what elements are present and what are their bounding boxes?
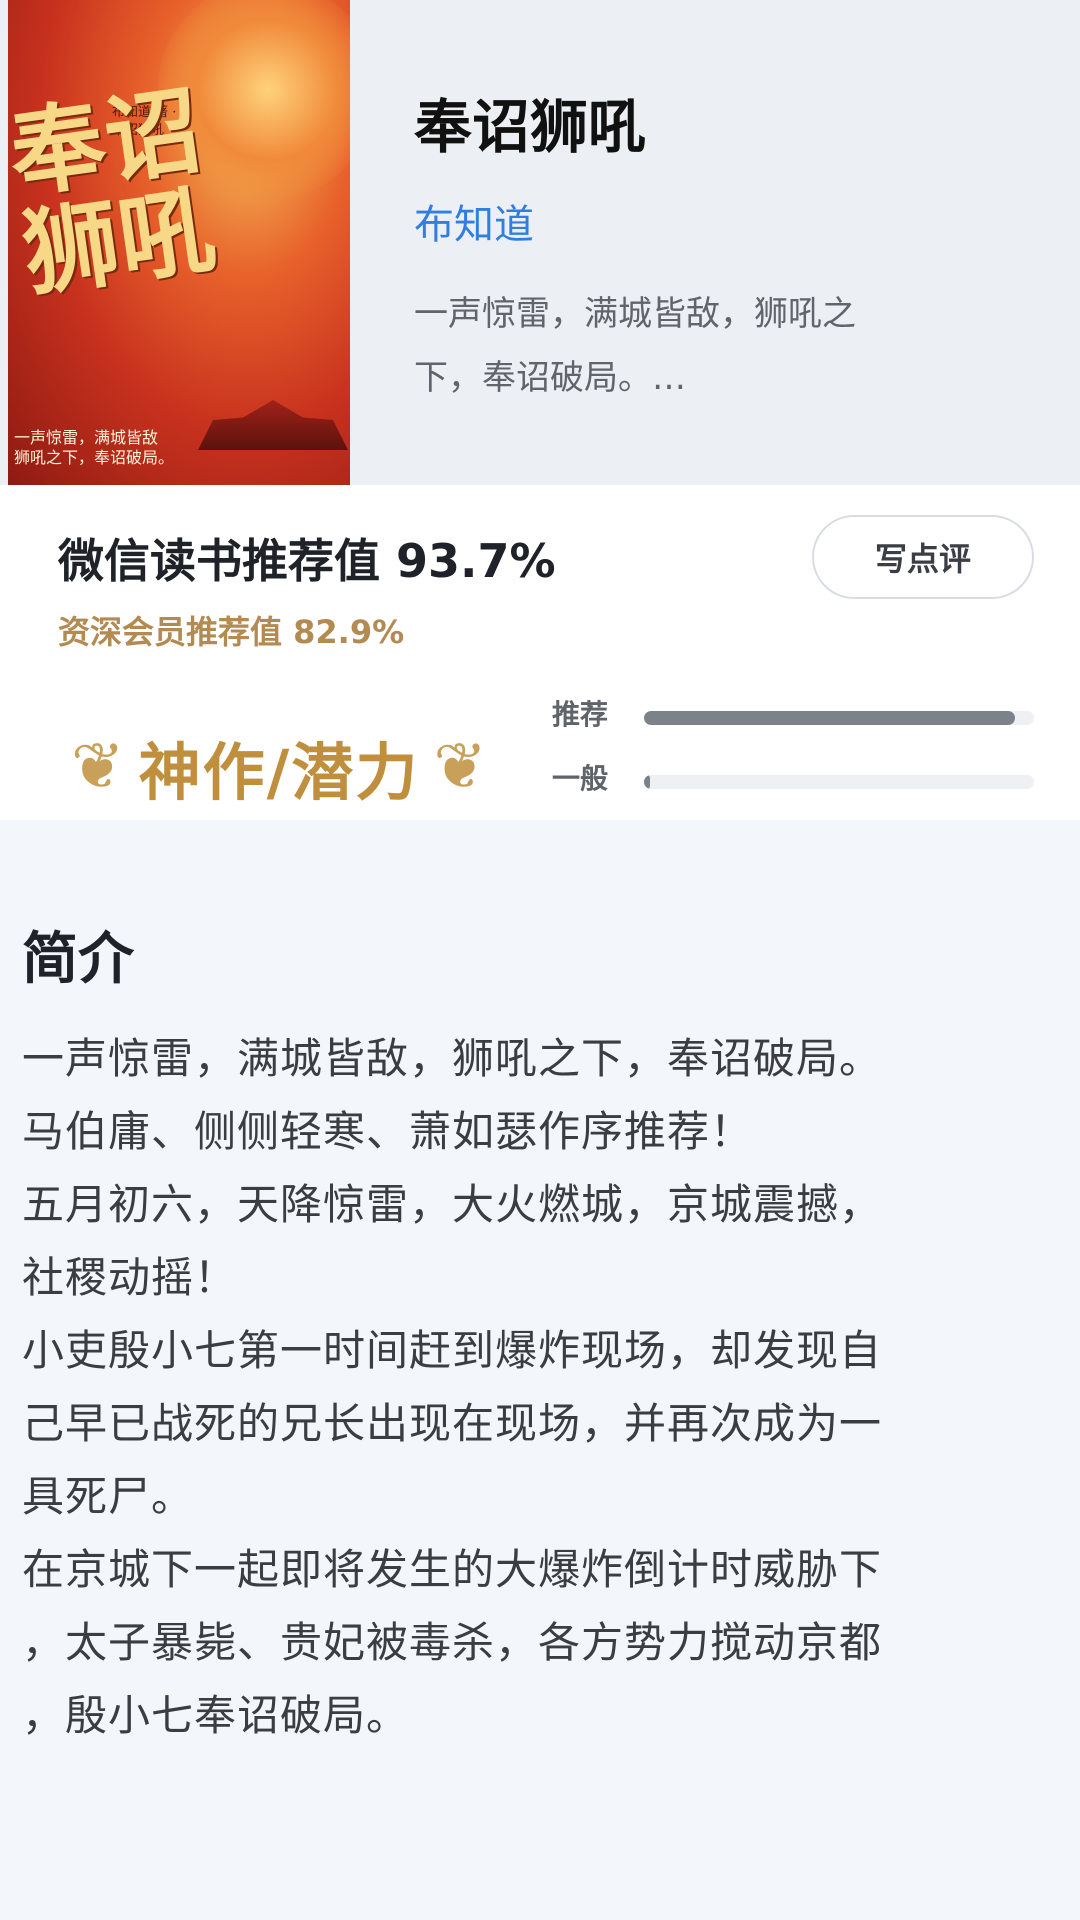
bar-fill	[644, 711, 1015, 725]
book-header: 布知道 著 · 奉诏狮吼 · 奉诏狮吼 一声惊雷，满城皆敌 狮吼之下，奉诏破局。…	[0, 0, 1080, 485]
intro-line: 马伯庸、侧侧轻寒、萧如瑟作序推荐！	[22, 1107, 754, 1156]
book-cover-image[interactable]: 布知道 著 · 奉诏狮吼 · 奉诏狮吼 一声惊雷，满城皆敌 狮吼之下，奉诏破局。	[8, 0, 350, 485]
rating-badge: ❦ 神作/潜力 ❦	[54, 717, 504, 817]
badge-label: 神作/潜力	[138, 736, 420, 809]
bar-label: 推荐	[552, 698, 609, 731]
cover-title: 奉诏狮吼	[8, 73, 223, 311]
bar-label: 一般	[552, 762, 609, 795]
intro-line: 社稷动摇！	[22, 1253, 238, 1302]
laurel-right-icon: ❦	[433, 730, 487, 804]
write-review-button[interactable]: 写点评	[812, 515, 1034, 599]
cover-tagline: 一声惊雷，满城皆敌 狮吼之下，奉诏破局。	[14, 428, 214, 468]
bar-fill	[644, 775, 650, 789]
rating-card: 微信读书推荐值 93.7% 资深会员推荐值 82.9% 写点评 ❦ 神作/潜力 …	[0, 485, 1080, 820]
intro-line: 小吏殷小七第一时间赶到爆炸现场，却发现自	[22, 1326, 883, 1375]
palace-illustration	[198, 400, 348, 450]
author-link[interactable]: 布知道	[414, 192, 534, 250]
intro-line: 五月初六，天降惊雷，大火燃城，京城震撼，	[22, 1180, 883, 1229]
rating-bar-recommend: 推荐	[552, 693, 1034, 733]
laurel-left-icon: ❦	[71, 730, 125, 804]
cover-tagline-line: 狮吼之下，奉诏破局。	[14, 448, 175, 467]
intro-heading: 简介	[22, 927, 134, 992]
cover-tagline-line: 一声惊雷，满城皆敌	[14, 428, 159, 447]
intro-body: 一声惊雷，满城皆敌，狮吼之下，奉诏破局。 马伯庸、侧侧轻寒、萧如瑟作序推荐！ 五月初…	[22, 1022, 1062, 1752]
intro-line: 在京城下一起即将发生的大爆炸倒计时威胁下	[22, 1545, 883, 1594]
bar-track	[644, 711, 1034, 725]
blurb-line: 一声惊雷，满城皆敌，狮吼之	[414, 294, 856, 334]
rating-bar-neutral: 一般	[552, 757, 1034, 797]
intro-line: 己早已战死的兄长出现在现场，并再次成为一	[22, 1399, 883, 1448]
bar-track	[644, 775, 1034, 789]
book-title: 奉诏狮吼	[414, 93, 647, 161]
intro-line: ，殷小七奉诏破局。	[22, 1691, 410, 1740]
book-blurb: 一声惊雷，满城皆敌，狮吼之 下，奉诏破局。…	[414, 282, 994, 410]
recommend-score: 微信读书推荐值 93.7%	[58, 534, 556, 588]
blurb-line: 下，奉诏破局。…	[414, 358, 686, 398]
intro-line: ，太子暴毙、贵妃被毒杀，各方势力搅动京都	[22, 1618, 883, 1667]
member-recommend-score: 资深会员推荐值 82.9%	[58, 613, 405, 651]
intro-line: 具死尸。	[22, 1472, 195, 1521]
intro-line: 一声惊雷，满城皆敌，狮吼之下，奉诏破局。	[22, 1034, 883, 1083]
